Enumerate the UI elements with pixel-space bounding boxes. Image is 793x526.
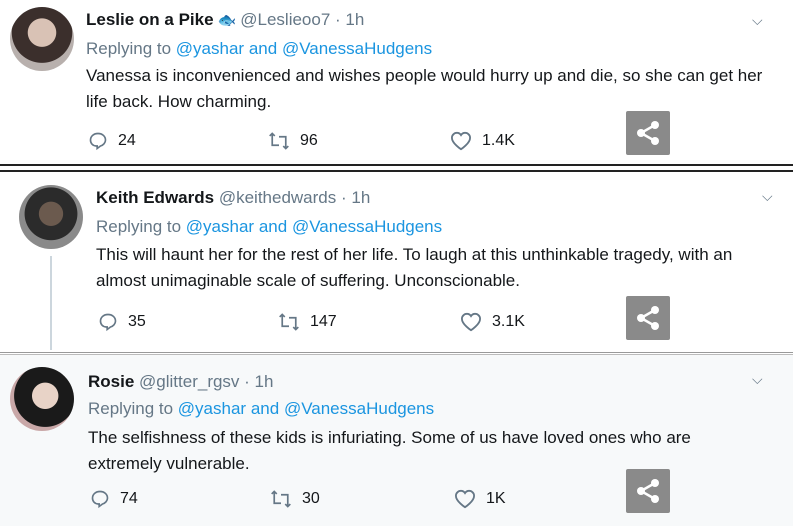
avatar[interactable]: [19, 185, 83, 249]
reply-button[interactable]: 74: [90, 489, 138, 509]
thread-line: [50, 256, 52, 350]
heart-icon: [450, 131, 472, 151]
mention-link[interactable]: @VanessaHudgens: [282, 39, 432, 58]
chevron-down-icon[interactable]: ⌵: [762, 188, 773, 205]
fish-icon: 🐟: [217, 12, 237, 29]
retweet-icon: [271, 490, 291, 508]
replying-label: Replying to: [86, 39, 172, 58]
replying-to: Replying to @yashar and @VanessaHudgens: [88, 399, 434, 419]
tweet-text: Vanessa is inconvenienced and wishes peo…: [86, 66, 763, 111]
retweet-button[interactable]: 30: [270, 489, 320, 509]
mention-link[interactable]: @VanessaHudgens: [292, 217, 442, 236]
user-handle[interactable]: @Leslieoo7: [240, 10, 330, 29]
timestamp[interactable]: · 1h: [244, 372, 273, 391]
mention-link[interactable]: @VanessaHudgens: [284, 399, 434, 418]
like-count: 1.4K: [482, 132, 515, 149]
mention-link[interactable]: @yashar: [186, 217, 254, 236]
replying-label: Replying to: [88, 399, 174, 418]
chevron-down-icon[interactable]: ⌵: [752, 12, 763, 29]
mention-link[interactable]: @yashar: [178, 399, 246, 418]
user-handle[interactable]: @glitter_rgsv: [139, 372, 239, 391]
reply-count: 24: [118, 132, 136, 149]
retweet-icon: [279, 313, 299, 331]
tweet-2: Keith Edwards @keithedwards · 1h ⌵ Reply…: [0, 170, 793, 353]
reply-button[interactable]: 24: [88, 131, 136, 151]
tweet-3: Rosie @glitter_rgsv · 1h ⌵ Replying to @…: [0, 354, 793, 526]
heart-icon: [454, 489, 476, 509]
like-button[interactable]: 3.1K: [460, 312, 525, 332]
share-icon: [637, 306, 659, 330]
avatar[interactable]: [10, 7, 74, 71]
share-button[interactable]: [626, 296, 670, 340]
tweet-header: Rosie @glitter_rgsv · 1h: [88, 372, 273, 392]
reply-icon: [91, 490, 109, 509]
like-button[interactable]: 1.4K: [450, 131, 515, 151]
tweet-header: Leslie on a Pike 🐟 @Leslieoo7 · 1h: [86, 10, 364, 30]
replying-to: Replying to @yashar and @VanessaHudgens: [96, 217, 442, 237]
user-handle[interactable]: @keithedwards: [219, 188, 336, 207]
reply-count: 74: [120, 490, 138, 507]
timestamp[interactable]: · 1h: [341, 188, 370, 207]
mention-and: and: [250, 399, 280, 418]
share-button[interactable]: [626, 111, 670, 155]
share-button[interactable]: [626, 469, 670, 513]
avatar[interactable]: [10, 367, 74, 431]
display-name[interactable]: Rosie: [88, 372, 134, 391]
tweet-1: Leslie on a Pike 🐟 @Leslieoo7 · 1h ⌵ Reply…: [0, 0, 793, 166]
retweet-button[interactable]: 96: [268, 131, 318, 151]
retweet-count: 30: [302, 490, 320, 507]
replying-label: Replying to: [96, 217, 182, 236]
retweet-button[interactable]: 147: [278, 312, 337, 332]
reply-icon: [89, 132, 107, 151]
mention-and: and: [258, 217, 288, 236]
chevron-down-icon[interactable]: ⌵: [752, 371, 763, 388]
timestamp[interactable]: · 1h: [335, 10, 364, 29]
reply-icon: [99, 313, 117, 332]
mention-and: and: [248, 39, 278, 58]
reply-button[interactable]: 35: [98, 312, 146, 332]
retweet-count: 147: [310, 313, 337, 330]
share-icon: [637, 121, 659, 145]
share-icon: [637, 479, 659, 503]
tweet-text: This will haunt her for the rest of her …: [96, 245, 733, 290]
tweet-header: Keith Edwards @keithedwards · 1h: [96, 188, 370, 208]
like-count: 3.1K: [492, 313, 525, 330]
replying-to: Replying to @yashar and @VanessaHudgens: [86, 39, 432, 59]
display-name[interactable]: Leslie on a Pike: [86, 10, 214, 29]
like-count: 1K: [486, 490, 506, 507]
like-button[interactable]: 1K: [454, 489, 506, 509]
retweet-count: 96: [300, 132, 318, 149]
heart-icon: [460, 312, 482, 332]
display-name[interactable]: Keith Edwards: [96, 188, 214, 207]
reply-count: 35: [128, 313, 146, 330]
retweet-icon: [269, 132, 289, 150]
mention-link[interactable]: @yashar: [176, 39, 244, 58]
